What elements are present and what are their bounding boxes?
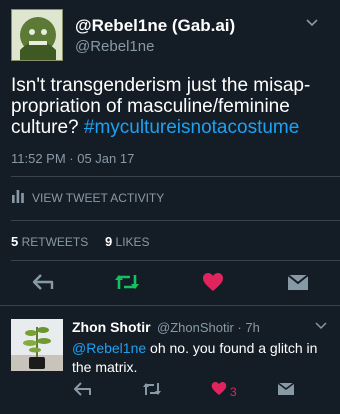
reply-like-button[interactable] xyxy=(210,381,228,401)
timestamp: 11:52 PM · 05 Jan 17 xyxy=(11,151,135,166)
message-button[interactable] xyxy=(286,273,310,295)
caret-down-icon[interactable] xyxy=(314,318,328,332)
reply-like-count: 3 xyxy=(230,385,237,399)
retweet-icon xyxy=(114,272,140,297)
bar-chart-icon xyxy=(11,188,25,209)
reply-reply-button[interactable] xyxy=(72,381,94,401)
activity-label: VIEW TWEET ACTIVITY xyxy=(32,191,165,205)
reply-tweet[interactable]: Zhon Shotir @ZhonShotir · 7h @Rebel1ne o… xyxy=(0,307,340,414)
message-icon xyxy=(277,381,295,401)
retweet-icon xyxy=(142,381,162,402)
display-name[interactable]: @Rebel1ne (Gab.ai) xyxy=(75,16,235,36)
reply-retweet-button[interactable] xyxy=(141,382,163,400)
reply-icon xyxy=(74,381,92,401)
caret-down-icon[interactable] xyxy=(304,14,320,30)
divider xyxy=(11,220,340,221)
handle[interactable]: @Rebel1ne xyxy=(75,38,154,55)
main-tweet: @Rebel1ne (Gab.ai) @Rebel1ne Isn't trans… xyxy=(0,0,340,300)
reply-text: @Rebel1ne oh no. you found a glitch in t… xyxy=(72,339,334,377)
reply-meta: @ZhonShotir · 7h xyxy=(157,320,260,335)
divider xyxy=(11,176,340,177)
reply-message-button[interactable] xyxy=(276,381,296,401)
likes-count[interactable]: 9 xyxy=(105,234,112,249)
mention-link[interactable]: @Rebel1ne xyxy=(72,340,146,356)
reply-avatar[interactable] xyxy=(11,319,63,371)
hashtag-link[interactable]: #mycultureisnotacostume xyxy=(84,117,299,138)
retweet-button[interactable] xyxy=(113,272,141,296)
thread-divider xyxy=(0,305,340,306)
reply-display-name[interactable]: Zhon Shotir xyxy=(72,319,151,335)
avatar[interactable] xyxy=(11,9,63,61)
divider xyxy=(11,260,340,261)
reply-button[interactable] xyxy=(30,272,56,296)
retweets-count[interactable]: 5 xyxy=(11,234,18,249)
like-button[interactable] xyxy=(201,272,225,297)
heart-icon xyxy=(202,272,224,297)
tweet-text: Isn't transgenderism just the misap-prop… xyxy=(11,75,331,138)
reply-icon xyxy=(32,273,54,296)
heart-icon xyxy=(211,381,227,401)
likes-label[interactable]: LIKES xyxy=(116,235,150,249)
message-icon xyxy=(287,273,309,296)
retweets-label[interactable]: RETWEETS xyxy=(22,235,89,249)
engagement-stats: 5 RETWEETS 9 LIKES xyxy=(11,234,150,249)
view-tweet-activity[interactable]: VIEW TWEET ACTIVITY xyxy=(11,188,164,208)
